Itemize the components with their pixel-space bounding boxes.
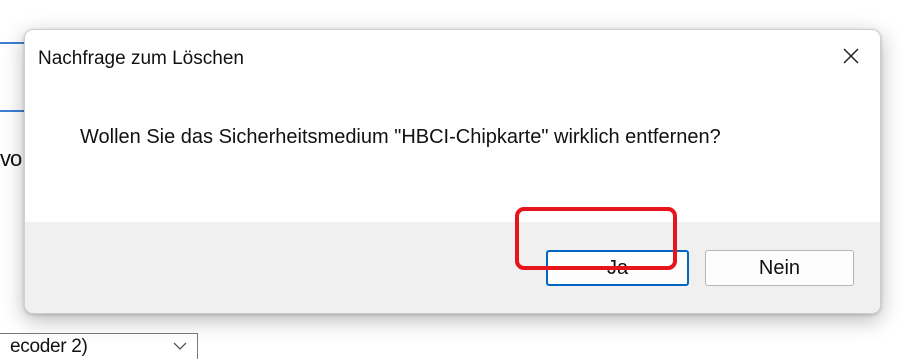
dialog-title: Nachfrage zum Löschen [38,48,244,69]
dialog-titlebar: Nachfrage zum Löschen [25,30,880,86]
background-dropdown-value: ecoder 2) [10,336,88,357]
chevron-down-icon [173,338,187,355]
confirm-delete-dialog: Nachfrage zum Löschen Wollen Sie das Sic… [24,29,881,314]
background-partial-text: vo [0,146,22,171]
dialog-message: Wollen Sie das Sicherheitsmedium "HBCI-C… [80,126,721,148]
screen: vo ecoder 2) Nachfrage zum Löschen Wolle… [0,0,904,359]
no-button[interactable]: Nein [705,250,854,286]
yes-button[interactable]: Ja [546,250,689,286]
close-button[interactable] [822,30,880,86]
dialog-content: Wollen Sie das Sicherheitsmedium "HBCI-C… [25,86,880,222]
close-icon [842,47,860,70]
background-dropdown[interactable]: ecoder 2) [0,333,198,359]
dialog-footer: Ja Nein [25,222,880,313]
